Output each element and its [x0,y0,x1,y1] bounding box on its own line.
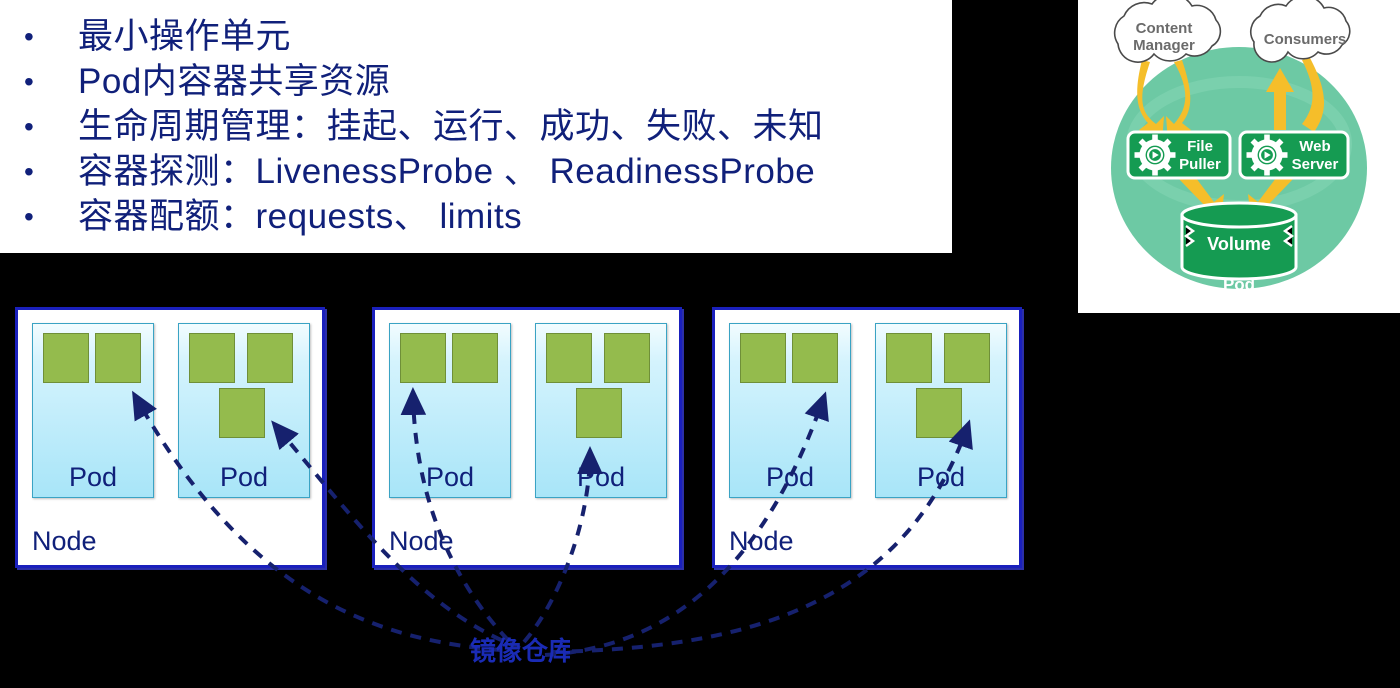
bullet-text-panel: • 最小操作单元 • Pod内容器共享资源 • 生命周期管理：挂起、运行、成功、… [0,0,952,253]
list-item: • 容器配额：requests、 limits [0,194,952,239]
container-square [95,333,141,383]
cloud-label-line2: Manager [1133,37,1195,54]
list-item: • 容器探测：LivenessProbe 、 ReadinessProbe [0,149,952,194]
container-square [886,333,932,383]
node-label: Node [729,526,794,556]
bullet-text: 生命周期管理：挂起、运行、成功、失败、未知 [78,107,824,146]
pod-label: Pod [576,462,626,492]
node-box[interactable]: Pod Pod Node [712,307,1022,568]
pod-box[interactable]: Pod [178,323,310,498]
container-label-line1: Web [1299,138,1330,155]
list-item: • 生命周期管理：挂起、运行、成功、失败、未知 [0,104,952,149]
volume-cylinder: Volume [1180,201,1298,281]
pod-circle-label: Pod [1223,275,1255,294]
pod-label: Pod [765,462,815,492]
container-label-line1: File [1187,138,1213,155]
container-square [247,333,293,383]
pod-label: Pod [68,462,118,492]
cloud-content-manager: Content Manager [1113,0,1222,63]
pod-box[interactable]: Pod [875,323,1007,498]
container-square [740,333,786,383]
bullet-marker-icon: • [24,66,35,97]
pod-box[interactable]: Pod [535,323,667,498]
bullet-marker-icon: • [24,111,35,142]
container-file-puller: File Puller [1126,130,1232,180]
container-square [452,333,498,383]
container-square [792,333,838,383]
list-item: • Pod内容器共享资源 [0,59,952,104]
node-box[interactable]: Pod Pod Node [15,307,325,568]
node-label: Node [389,526,454,556]
container-square [189,333,235,383]
bullet-text: 最小操作单元 [78,17,292,56]
container-square [944,333,990,383]
container-square [546,333,592,383]
container-square [604,333,650,383]
container-label-line2: Puller [1179,156,1221,173]
node-box[interactable]: Pod Pod Node [372,307,682,568]
pod-box[interactable]: Pod [729,323,851,498]
pod-label: Pod [425,462,475,492]
bullet-text: Pod内容器共享资源 [78,62,391,101]
pod-box[interactable]: Pod [389,323,511,498]
container-square [576,388,622,438]
bullet-marker-icon: • [24,201,35,232]
bullet-marker-icon: • [24,156,35,187]
bullet-list: • 最小操作单元 • Pod内容器共享资源 • 生命周期管理：挂起、运行、成功、… [0,0,952,239]
cloud-label-line1: Consumers [1264,31,1347,48]
container-square [219,388,265,438]
bullet-marker-icon: • [24,21,35,52]
container-label-line2: Server [1292,156,1339,173]
list-item: • 最小操作单元 [0,14,952,59]
cloud-label-line1: Content [1136,20,1193,37]
pod-architecture-diagram: Content Manager Consumers File Puller We… [1078,0,1400,313]
bullet-text: 容器探测：LivenessProbe 、 ReadinessProbe [78,152,816,191]
image-registry-label: 镜像仓库 [470,636,570,666]
pod-architecture-svg: Content Manager Consumers File Puller We… [1111,0,1367,294]
pod-box[interactable]: Pod [32,323,154,498]
pod-label: Pod [219,462,269,492]
node-label: Node [32,526,97,556]
container-square [916,388,962,438]
container-square [43,333,89,383]
bullet-text: 容器配额：requests、 limits [78,197,523,236]
container-square [400,333,446,383]
cloud-consumers: Consumers [1249,0,1351,63]
container-web-server: Web Server [1238,130,1350,180]
pod-label: Pod [916,462,966,492]
volume-label: Volume [1207,234,1271,254]
